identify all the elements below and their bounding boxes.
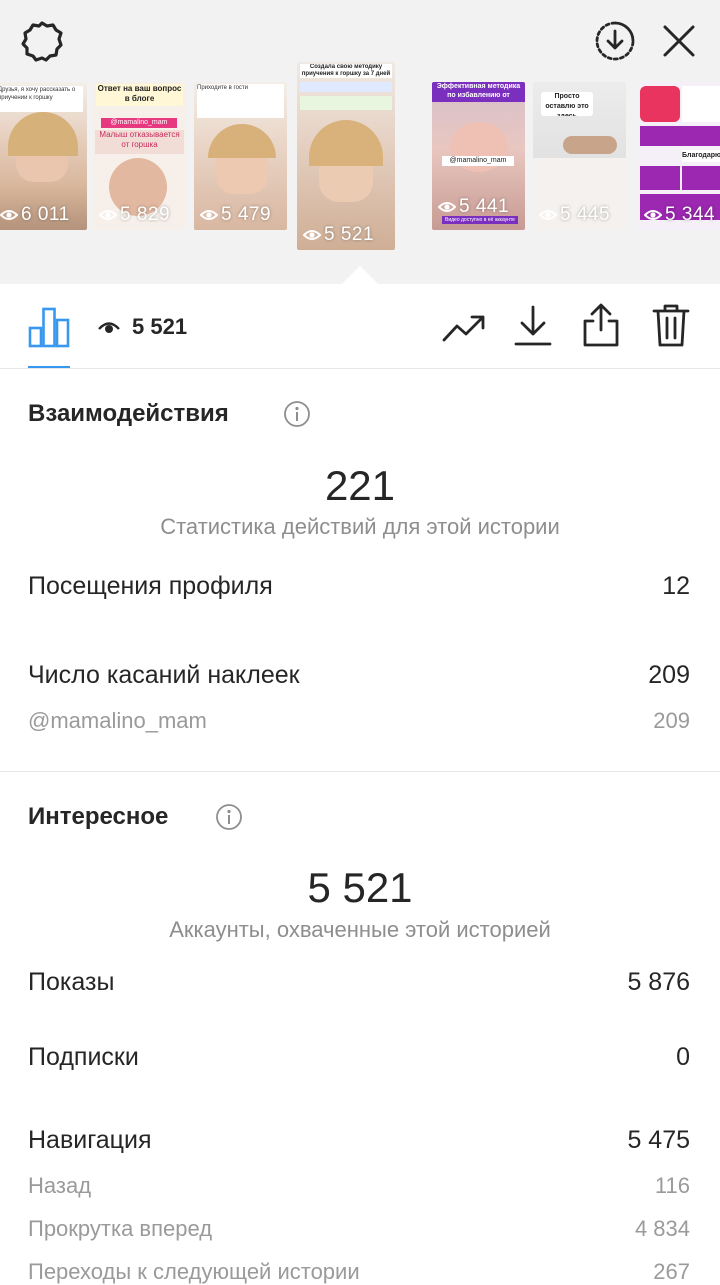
view-count: 5 829 (99, 204, 170, 226)
story-tag: @mamalino_mam (101, 118, 177, 128)
story-caption: Приходите в гости (197, 84, 284, 118)
view-count: 5 479 (200, 204, 271, 226)
back-value: 116 (654, 1173, 690, 1198)
navigation-value: 5 475 (627, 1126, 690, 1154)
story-caption: Эффективная методика по избавлению от «к… (432, 82, 525, 102)
next-story-label: Переходы к следующей истории (28, 1259, 360, 1284)
story-caption: Ответ на ваш вопрос в блоге (96, 84, 183, 106)
share-icon[interactable] (582, 302, 620, 353)
story-thumbnail[interactable]: Друзья, я хочу рассказать о приучении к … (0, 82, 87, 230)
selected-story-pointer (342, 266, 378, 284)
close-icon[interactable] (660, 22, 698, 65)
profile-visits-value: 12 (662, 572, 690, 600)
story-caption: Друзья, я хочу рассказать о приучении к … (0, 86, 83, 112)
trash-icon[interactable] (652, 302, 690, 353)
info-icon[interactable] (215, 803, 243, 836)
gear-icon[interactable] (20, 20, 64, 69)
story-thumbnail[interactable]: Ответ на ваш вопрос в блоге @mamalino_ma… (93, 82, 186, 230)
sticker-mention-label: @mamalino_mam (28, 708, 207, 733)
impressions-label: Показы (28, 968, 115, 996)
follows-value: 0 (676, 1043, 690, 1071)
discovery-caption: Аккаунты, охваченные этой историей (169, 917, 551, 942)
interactions-total: 221 (324, 462, 396, 509)
view-count: 5 344 (644, 204, 715, 226)
follows-label: Подписки (28, 1043, 139, 1071)
story-thumbnail[interactable]: Просто оставлю это здесь 5 445 (533, 82, 626, 230)
sticker-taps-value: 209 (648, 661, 690, 689)
story-caption: Благодарю (682, 150, 720, 162)
eye-icon (539, 210, 557, 220)
story-caption: Просто оставлю это здесь (541, 92, 593, 116)
profile-visits-label: Посещения профиля (28, 572, 273, 600)
forward-value: 4 834 (634, 1216, 690, 1241)
navigation-label: Навигация (28, 1126, 152, 1154)
insights-toolbar: 5 521 (0, 284, 720, 369)
story-caption: Создала свою методику приучения к горшку… (300, 64, 392, 78)
download-circle-icon[interactable] (594, 20, 636, 67)
eye-icon (303, 230, 321, 240)
eye-icon (98, 320, 120, 341)
sticker-taps-label: Число касаний наклеек (28, 661, 300, 689)
back-label: Назад (28, 1173, 92, 1198)
sticker-mention-value: 209 (653, 708, 690, 733)
download-icon[interactable] (514, 304, 552, 353)
eye-icon (200, 210, 218, 220)
info-icon[interactable] (283, 400, 311, 433)
view-count: 6 011 (0, 204, 70, 226)
impressions-value: 5 876 (627, 968, 690, 996)
trending-up-icon[interactable] (442, 312, 486, 349)
active-tab-indicator (28, 366, 70, 368)
forward-label: Прокрутка вперед (28, 1216, 213, 1241)
story-views-count: 5 521 (132, 314, 188, 339)
eye-icon (644, 210, 662, 220)
interactions-title: Взаимодействия (28, 400, 229, 427)
story-subtitle: Малыш отказывается от горшка (95, 130, 184, 154)
story-tag: @mamalino_mam (442, 156, 514, 166)
eye-icon (0, 210, 18, 220)
view-count: 5 441 (438, 196, 509, 218)
story-strip-area: Друзья, я хочу рассказать о приучении к … (0, 0, 720, 284)
story-thumbnail[interactable]: Эффективная методика по избавлению от «к… (432, 82, 525, 230)
story-thumbnail-selected[interactable]: Создала свою методику приучения к горшку… (297, 62, 395, 250)
story-thumbnail[interactable]: Приходите в гости 5 479 (194, 82, 287, 230)
story-thumbnail[interactable]: Благодарю 5 344 (638, 82, 720, 230)
eye-icon (99, 210, 117, 220)
discovery-title: Интересное (28, 803, 169, 830)
story-thumbnails: Друзья, я хочу рассказать о приучении к … (0, 62, 720, 252)
discovery-total: 5 521 (307, 864, 413, 911)
next-story-value: 267 (653, 1259, 690, 1284)
view-count: 5 445 (539, 204, 610, 226)
view-count: 5 521 (303, 224, 374, 246)
interactions-caption: Статистика действий для этой истории (160, 514, 560, 539)
bar-chart-icon[interactable] (28, 306, 70, 353)
section-divider (0, 771, 720, 772)
eye-icon (438, 202, 456, 212)
